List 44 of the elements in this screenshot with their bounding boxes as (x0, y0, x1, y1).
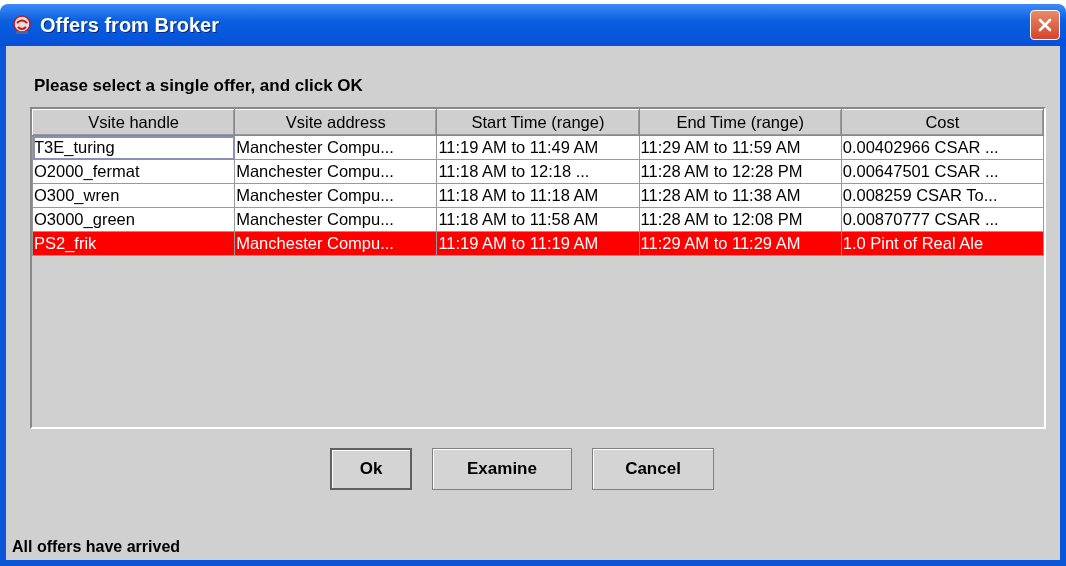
column-header[interactable]: Cost (841, 109, 1044, 136)
dialog-button[interactable]: Cancel (592, 448, 714, 490)
table-cell: 0.008259 CSAR To... (841, 183, 1044, 208)
table-cell: T3E_turing (32, 135, 235, 160)
table-cell: 0.00402966 CSAR ... (841, 135, 1044, 160)
column-header[interactable]: Start Time (range) (436, 109, 640, 136)
table-cell: 1.0 Pint of Real Ale (841, 231, 1044, 256)
column-header[interactable]: Vsite handle (32, 109, 235, 136)
table-cell: Manchester Compu... (234, 231, 437, 256)
table-cell: 11:28 AM to 11:38 AM (639, 183, 842, 208)
close-icon (1037, 17, 1053, 33)
table-cell: 11:28 AM to 12:08 PM (639, 207, 842, 232)
dialog-button[interactable]: Ok (330, 448, 412, 490)
window-title: Offers from Broker (40, 13, 220, 37)
table-cell: 11:29 AM to 11:59 AM (639, 135, 842, 160)
table-cell: Manchester Compu... (234, 183, 437, 208)
dialog-button[interactable]: Examine (432, 448, 572, 490)
close-button[interactable] (1030, 10, 1060, 40)
table-cell: 11:18 AM to 11:18 AM (436, 183, 640, 208)
table-cell: 11:29 AM to 11:29 AM (639, 231, 842, 256)
app-icon (12, 15, 32, 35)
table-cell: 11:19 AM to 11:49 AM (436, 135, 640, 160)
table-cell: O2000_fermat (32, 159, 235, 184)
table-cell: Manchester Compu... (234, 159, 437, 184)
table-cell: O300_wren (32, 183, 235, 208)
table-cell: O3000_green (32, 207, 235, 232)
table-cell: 11:19 AM to 11:19 AM (436, 231, 640, 256)
table-row[interactable]: O2000_fermat Manchester Compu... 11:18 AM to 12:18 ... 11:28 AM to 12:28 PM 0.00647501 CSAR ... (32, 159, 1044, 184)
table-row[interactable]: T3E_turing Manchester Compu... 11:19 AM to 11:49 AM 11:29 AM to 11:59 AM 0.00402966 CSAR ... (32, 135, 1044, 160)
table-cell: 0.00870777 CSAR ... (841, 207, 1044, 232)
table-cell: Manchester Compu... (234, 207, 437, 232)
table-cell: Manchester Compu... (234, 135, 437, 160)
column-header[interactable]: End Time (range) (639, 109, 842, 136)
table-row[interactable]: O3000_green Manchester Compu... 11:18 AM to 11:58 AM 11:28 AM to 12:08 PM 0.00870777 CSAR ... (32, 207, 1044, 232)
table-cell: PS2_frik (32, 231, 235, 256)
table-cell: 11:18 AM to 12:18 ... (436, 159, 640, 184)
table-row[interactable]: PS2_frik Manchester Compu... 11:19 AM to 11:19 AM 11:29 AM to 11:29 AM 1.0 Pint of Real Ale (32, 231, 1044, 256)
table-cell: 11:28 AM to 12:28 PM (639, 159, 842, 184)
table-cell: 11:18 AM to 11:58 AM (436, 207, 640, 232)
table-cell: 0.00647501 CSAR ... (841, 159, 1044, 184)
instruction-text: Please select a single offer, and click OK (34, 76, 364, 96)
column-header[interactable]: Vsite address (234, 109, 437, 136)
status-text: All offers have arrived (12, 538, 182, 557)
table-row[interactable]: O300_wren Manchester Compu... 11:18 AM to 11:18 AM 11:28 AM to 11:38 AM 0.008259 CSAR To... (32, 183, 1044, 208)
